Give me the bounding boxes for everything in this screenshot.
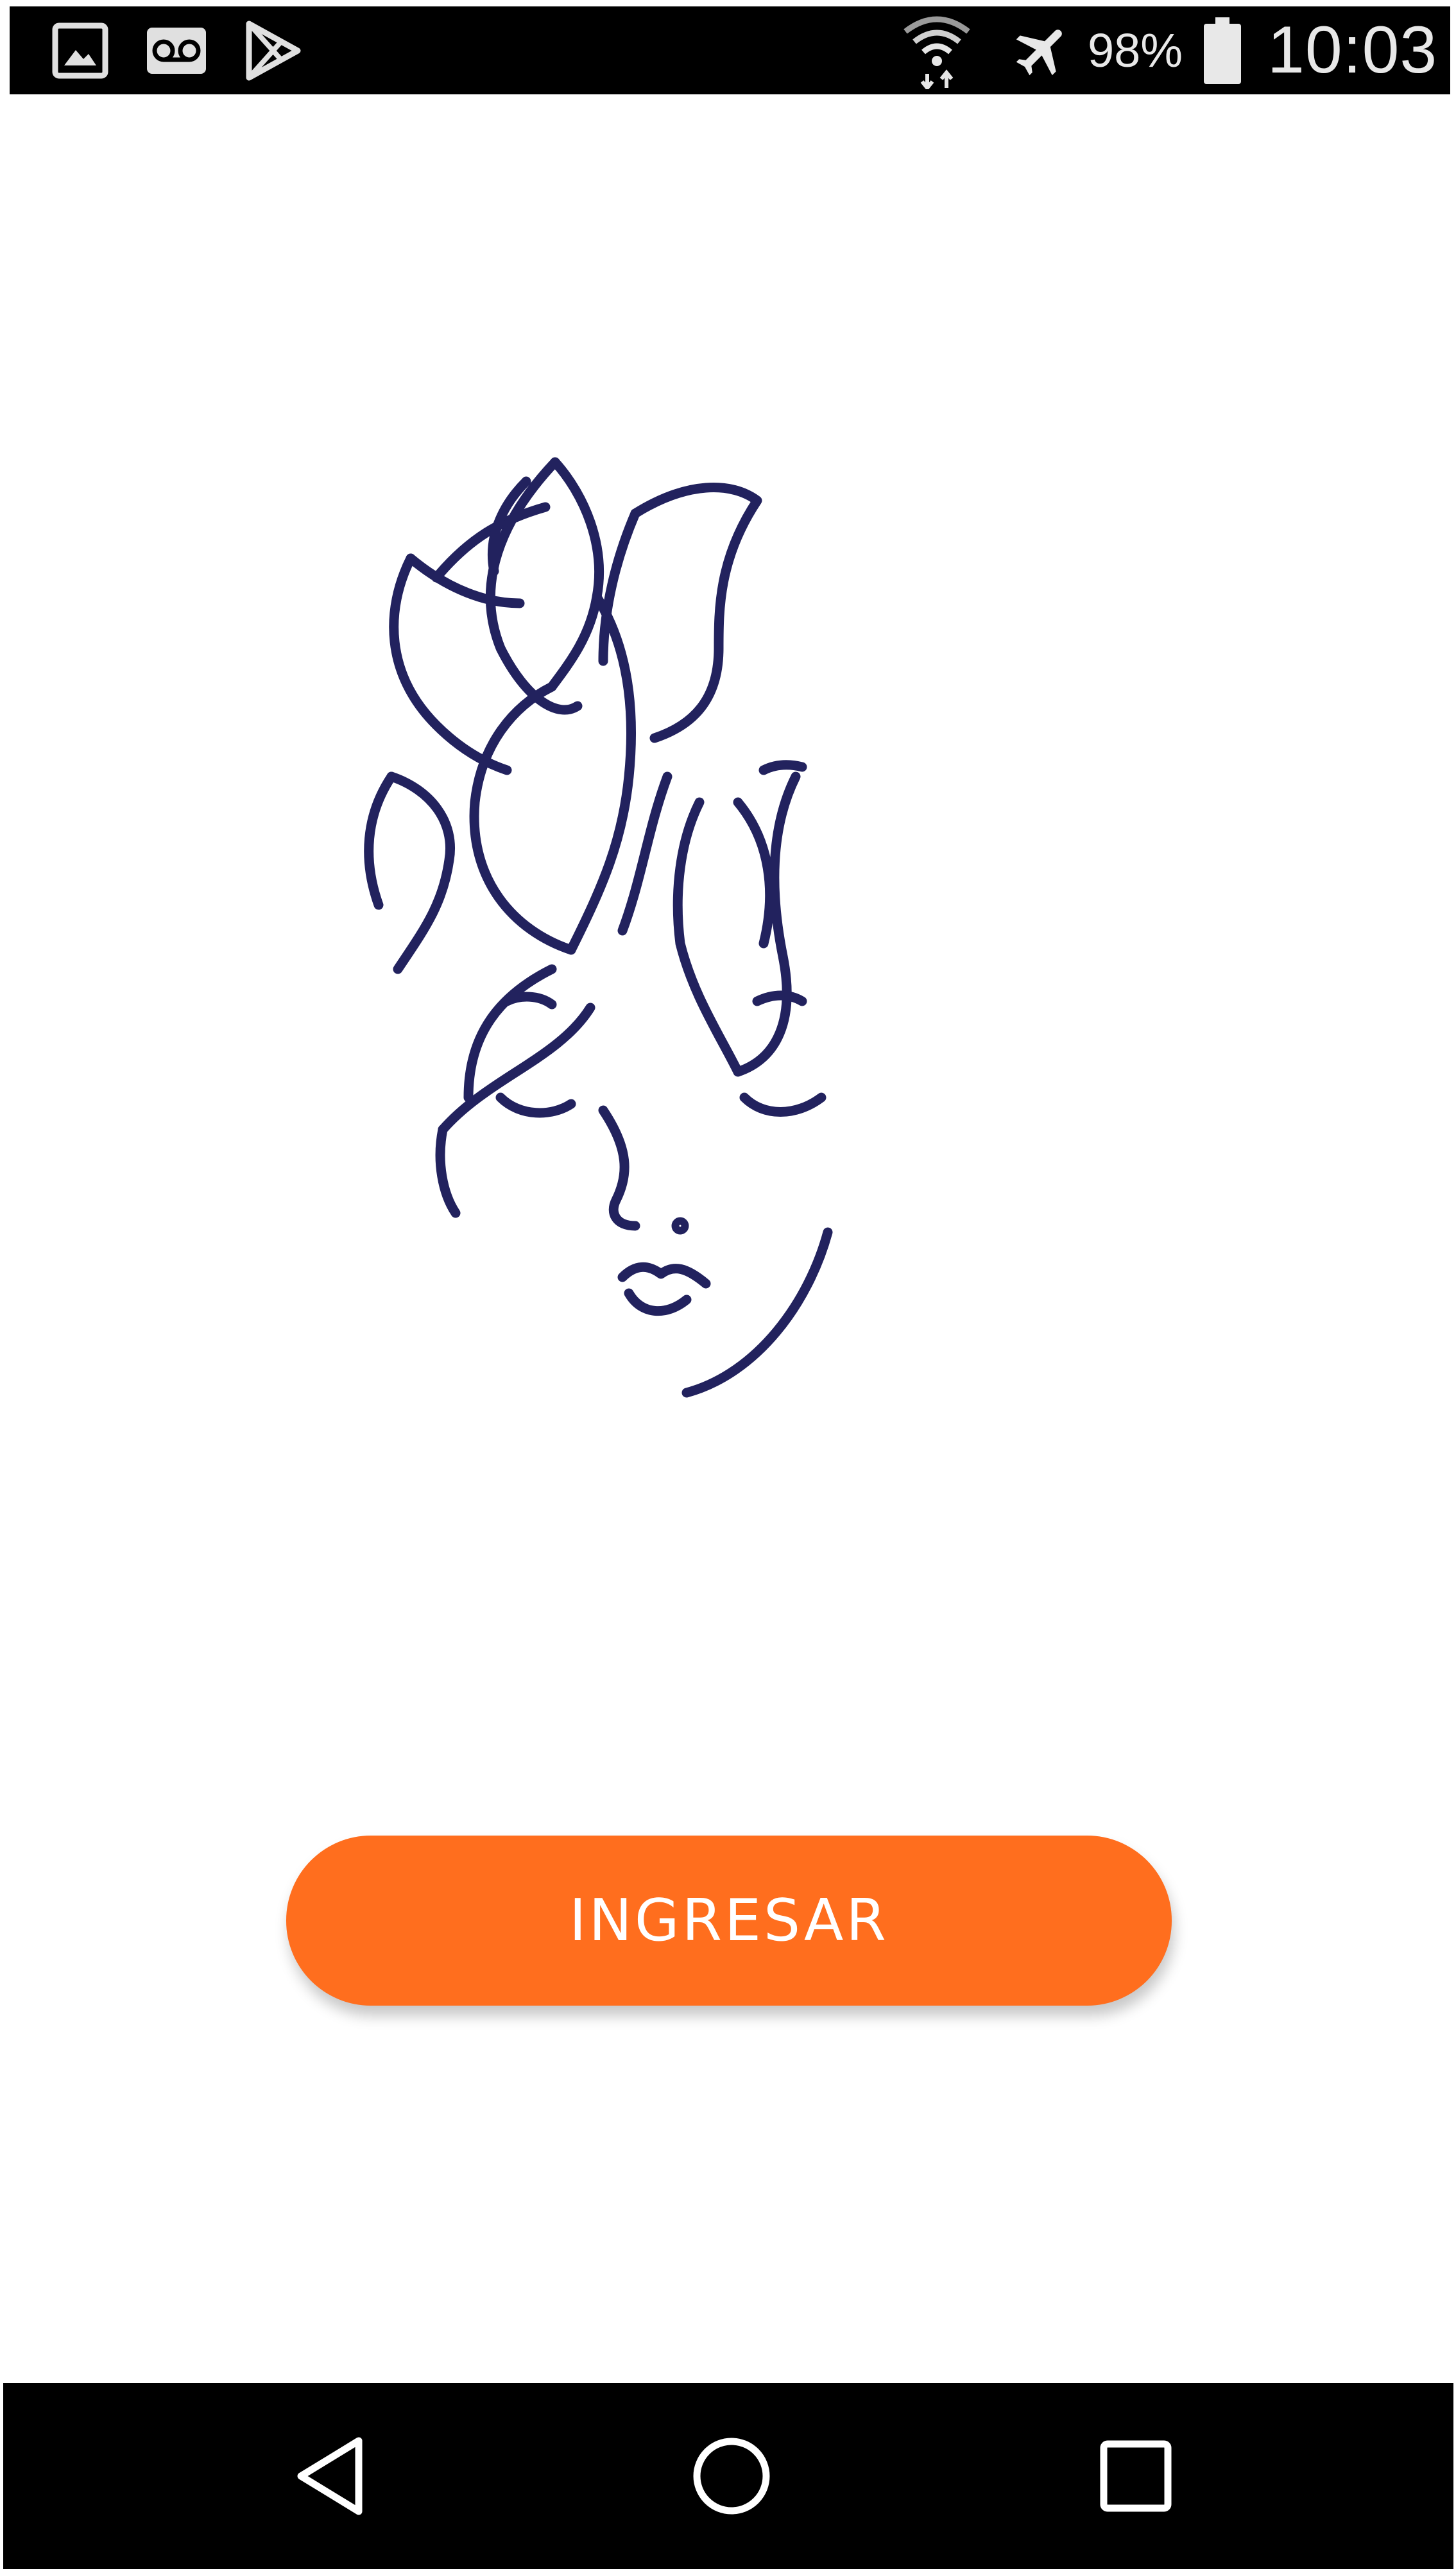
clock: 10:03 <box>1267 13 1438 87</box>
navigation-bar <box>3 2383 1453 2569</box>
voicemail-icon <box>138 6 215 94</box>
app-screen: 98% 10:03 INGRESAR <box>0 0 1456 2573</box>
recents-icon[interactable] <box>1052 2383 1219 2569</box>
battery-percent: 98% <box>1088 24 1183 77</box>
ingresar-button[interactable]: INGRESAR <box>286 1836 1172 2006</box>
home-icon[interactable] <box>648 2383 815 2569</box>
wifi-icon <box>892 6 982 94</box>
airplane-mode-icon <box>1001 6 1084 94</box>
gallery-icon <box>45 6 116 94</box>
woman-face-flame-hair-logo <box>364 457 833 1398</box>
status-bar: 98% 10:03 <box>10 6 1450 94</box>
back-icon[interactable] <box>247 2383 414 2569</box>
battery-icon <box>1197 6 1248 94</box>
play-store-icon <box>234 6 311 94</box>
